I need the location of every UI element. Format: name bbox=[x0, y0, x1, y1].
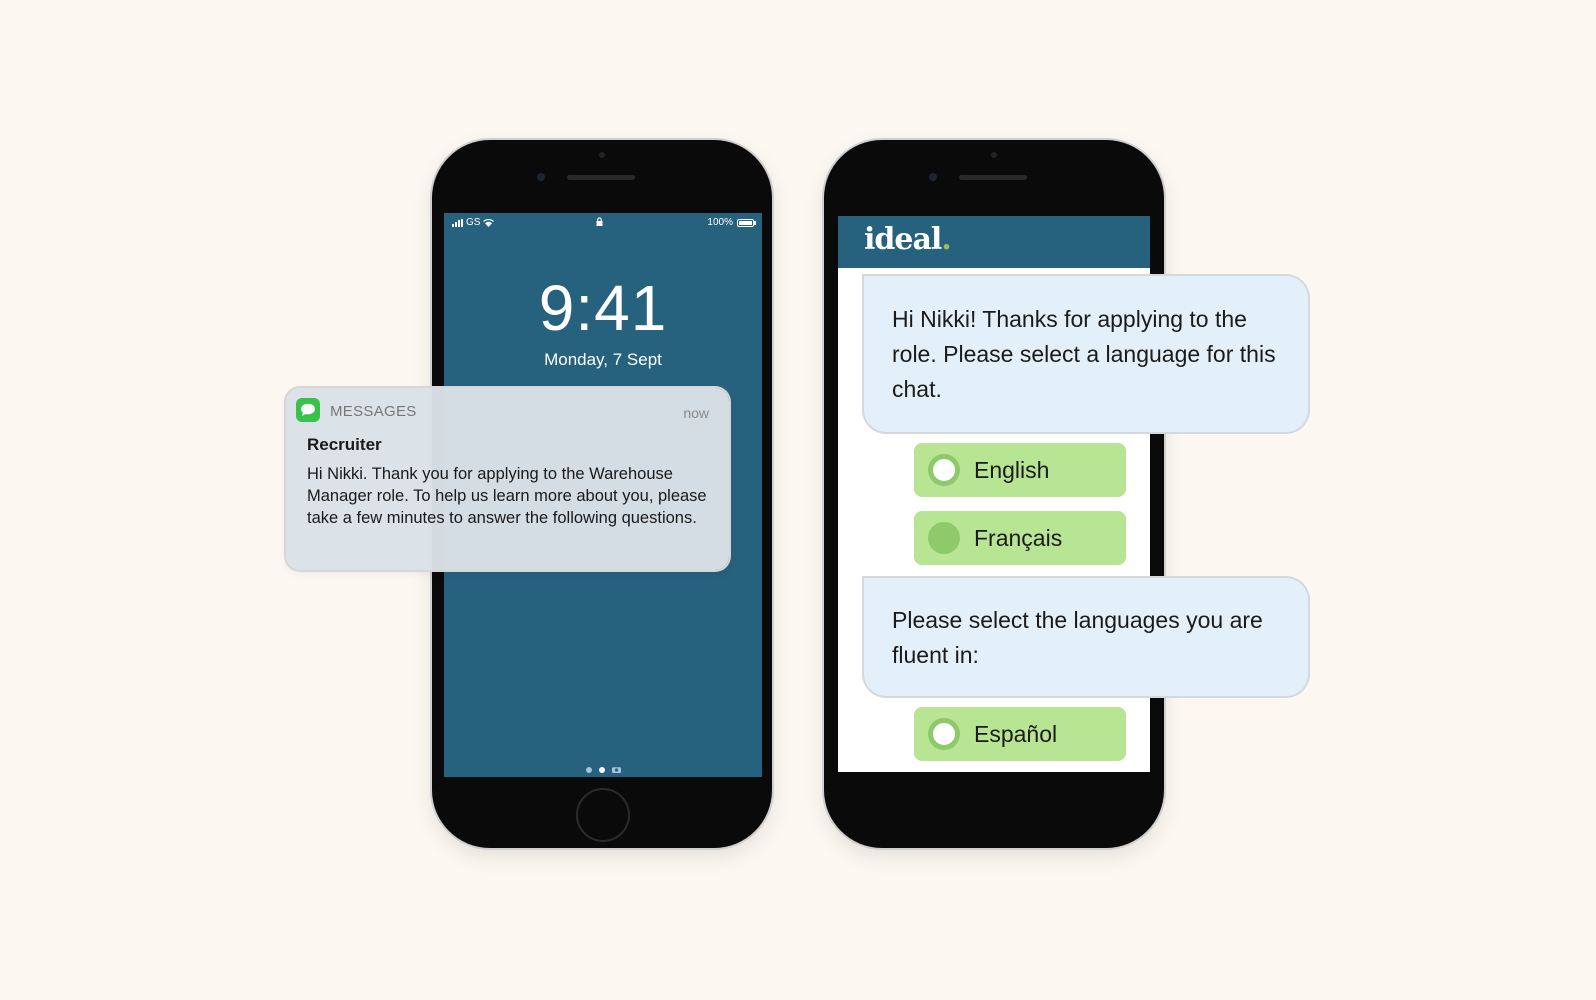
ideal-logo: ideal. bbox=[864, 222, 952, 257]
radio-button-selected[interactable] bbox=[928, 522, 960, 554]
option-francais[interactable]: Français bbox=[914, 511, 1126, 565]
lock-date: Monday, 7 Sept bbox=[544, 350, 662, 369]
notification-app-name: MESSAGES bbox=[330, 403, 417, 420]
checkbox-button[interactable] bbox=[928, 718, 960, 750]
message-notification[interactable]: MESSAGES now Recruiter Hi Nikki. Thank y… bbox=[286, 388, 729, 570]
chat-header: ideal. bbox=[838, 216, 1150, 268]
battery-percent: 100% bbox=[707, 217, 733, 228]
option-english[interactable]: English bbox=[914, 443, 1126, 497]
radio-button[interactable] bbox=[928, 454, 960, 486]
front-camera bbox=[929, 173, 937, 181]
page-dot-active bbox=[598, 766, 605, 773]
chat-message-bubble: Please select the languages you are flue… bbox=[864, 578, 1308, 696]
chat-message-bubble: Hi Nikki! Thanks for applying to the rol… bbox=[864, 276, 1308, 432]
carrier-label: GS bbox=[466, 217, 481, 228]
option-label: English bbox=[974, 456, 1050, 483]
earpiece-dot bbox=[991, 152, 997, 158]
wifi-icon bbox=[483, 218, 495, 227]
signal-icon bbox=[452, 218, 463, 227]
front-camera bbox=[537, 173, 545, 181]
earpiece-dot bbox=[599, 152, 605, 158]
notification-sender: Recruiter bbox=[307, 435, 382, 454]
chat-message-text: Hi Nikki! Thanks for applying to the rol… bbox=[892, 306, 1276, 402]
camera-icon bbox=[611, 767, 621, 773]
notification-body: Hi Nikki. Thank you for applying to the … bbox=[307, 465, 707, 527]
lock-icon bbox=[596, 217, 603, 226]
option-espanol[interactable]: Español bbox=[914, 707, 1126, 761]
battery-icon bbox=[737, 218, 756, 227]
page-dot bbox=[585, 766, 592, 773]
notification-time: now bbox=[683, 405, 709, 421]
home-button[interactable] bbox=[576, 788, 630, 842]
brand-name: ideal bbox=[864, 222, 942, 257]
speaker-grille bbox=[567, 175, 635, 180]
option-label: Español bbox=[974, 720, 1058, 747]
status-bar: GS 100% bbox=[444, 217, 762, 231]
option-label: Français bbox=[974, 524, 1063, 551]
chat-message-text: Please select the languages you are flue… bbox=[892, 607, 1263, 668]
page-indicator bbox=[444, 766, 762, 773]
lock-time: 9:41 bbox=[538, 272, 668, 344]
speaker-grille bbox=[959, 175, 1027, 180]
messages-app-icon bbox=[296, 398, 320, 422]
brand-dot: . bbox=[941, 222, 952, 257]
